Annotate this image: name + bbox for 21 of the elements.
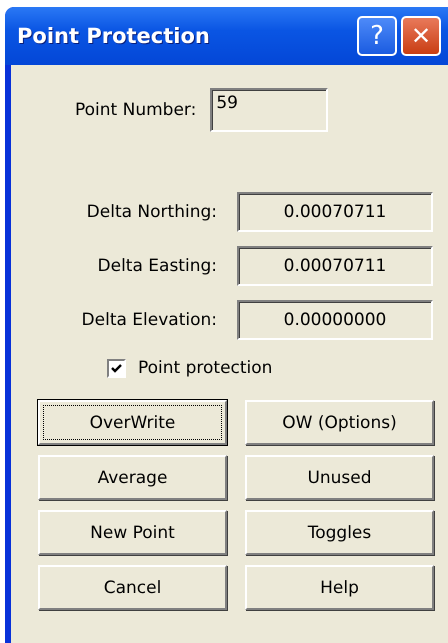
delta-label: Delta Easting: [96, 256, 217, 276]
dialog-button[interactable]: Unused [245, 455, 434, 500]
dialog-button[interactable]: Average [38, 455, 227, 500]
checkbox-icon[interactable] [107, 358, 126, 378]
delta-label: Delta Elevation: [80, 310, 217, 330]
close-button[interactable]: ✕ [401, 16, 441, 56]
delta-field[interactable]: 0.00000000 [237, 300, 433, 340]
point-number-label: Point Number: [75, 100, 196, 120]
delta-field[interactable]: 0.00070711 [237, 246, 433, 286]
help-button[interactable]: ? [357, 16, 397, 56]
dialog-button[interactable]: Toggles [245, 510, 434, 555]
dialog-button[interactable]: Help [245, 565, 434, 610]
point-protection-checkbox[interactable]: Point protection [107, 358, 448, 378]
dialog-button[interactable]: OW (Options) [245, 400, 434, 445]
point-number-field[interactable]: 59 [210, 88, 328, 132]
delta-label: Delta Northing: [86, 202, 217, 222]
dialog-button[interactable]: OverWrite [38, 400, 227, 445]
window-title: Point Protection [17, 24, 210, 48]
dialog-button[interactable]: Cancel [38, 565, 227, 610]
dialog-button[interactable]: New Point [38, 510, 227, 555]
delta-field[interactable]: 0.00070711 [237, 192, 433, 232]
